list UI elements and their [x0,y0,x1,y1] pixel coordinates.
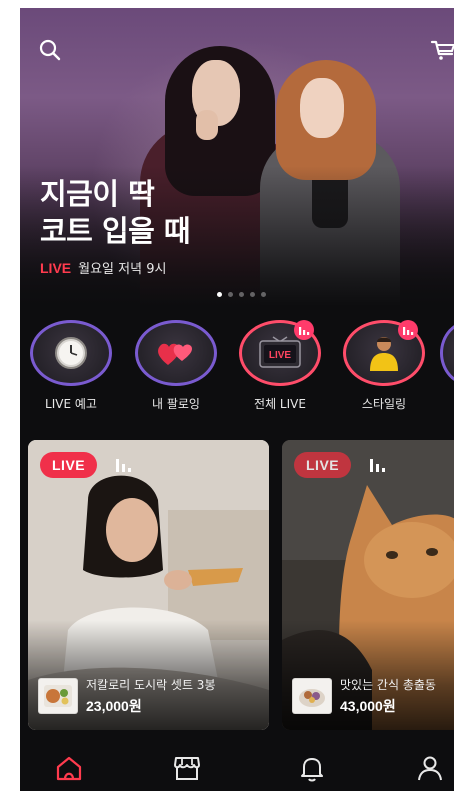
home-icon[interactable] [54,753,84,783]
live-badge: LIVE [40,452,98,478]
product-thumbnail [292,678,332,714]
category-ring[interactable] [30,320,112,386]
product-name: 저칼로리 도시락 셋트 3봉 [86,678,216,692]
category-ring[interactable] [135,320,217,386]
product-thumbnail [38,678,78,714]
category-label: 스타일링 [361,397,407,411]
live-badge: LIVE [294,452,352,478]
hero-title: 지금이 딱 코트 입을 때 [40,177,191,248]
live-card-product[interactable]: 저칼로리 도시락 셋트 3봉 23,000원 [38,676,215,716]
bar-chart-icon [403,327,414,335]
live-now-badge [398,320,418,340]
tv-live-icon: LIVE [259,336,301,368]
category-label: 전체 LIVE [254,397,306,411]
hearts-icon [158,343,192,365]
bar-chart-icon [116,459,131,472]
bar-chart-icon [370,459,385,472]
live-card[interactable]: LIVE 맛있는 간식 총출동 43,000원 [282,440,454,730]
bar-chart-icon [299,327,310,335]
live-card[interactable]: LIVE 저칼로리 도시락 셋트 3봉 23,000원 [28,440,269,730]
hero-schedule: LIVE 월요일 저녁 9시 [40,258,167,278]
category-live-preview[interactable]: LIVE 예고 [23,320,119,412]
carousel-dot[interactable] [261,292,266,297]
carousel-dot[interactable] [250,292,255,297]
category-ring[interactable]: LIVE [239,320,321,386]
profile-icon[interactable] [415,753,445,783]
bottom-tab-bar [20,743,454,791]
product-price: 23,000원 [86,698,142,714]
app-screen: 지금이 딱 코트 입을 때 LIVE 월요일 저녁 9시 LIVE 예고 내 팔… [20,8,454,791]
carousel-dot[interactable] [228,292,233,297]
live-now-badge [294,320,314,340]
product-price: 43,000원 [340,698,396,714]
category-all-live[interactable]: LIVE 전체 LIVE [232,320,328,412]
category-ring[interactable] [343,320,425,386]
snack-bowl-icon [299,689,325,707]
category-ring[interactable] [440,320,454,386]
carousel-dot[interactable] [239,292,244,297]
category-more-partial[interactable] [440,320,454,386]
live-card-product[interactable]: 맛있는 간식 총출동 43,000원 [292,676,436,716]
cart-icon[interactable] [430,36,454,64]
hero-banner[interactable]: 지금이 딱 코트 입을 때 LIVE 월요일 저녁 9시 [20,8,454,306]
tv-live-text: LIVE [269,350,292,361]
category-label: 내 팔로잉 [152,397,200,411]
search-icon[interactable] [36,36,64,64]
product-name: 맛있는 간식 총출동 [340,678,436,692]
hero-model-hand [196,110,218,140]
carousel-dot[interactable] [217,292,222,297]
clock-icon [55,337,87,369]
carousel-indicator[interactable] [217,292,266,297]
category-row: LIVE 예고 내 팔로잉 LIVE 전체 LIVE 스타일링 [20,320,454,430]
person-styling-icon [370,337,398,371]
hero-live-tag: LIVE [40,259,72,276]
category-label: LIVE 예고 [45,397,97,411]
category-my-following[interactable]: 내 팔로잉 [128,320,224,412]
bell-icon[interactable] [297,753,327,783]
hero-model-face-2 [300,78,344,138]
store-icon[interactable] [172,753,202,783]
category-styling[interactable]: 스타일링 [336,320,432,412]
lunchbox-food-icon [44,685,72,707]
hero-schedule-time: 월요일 저녁 9시 [78,262,167,277]
